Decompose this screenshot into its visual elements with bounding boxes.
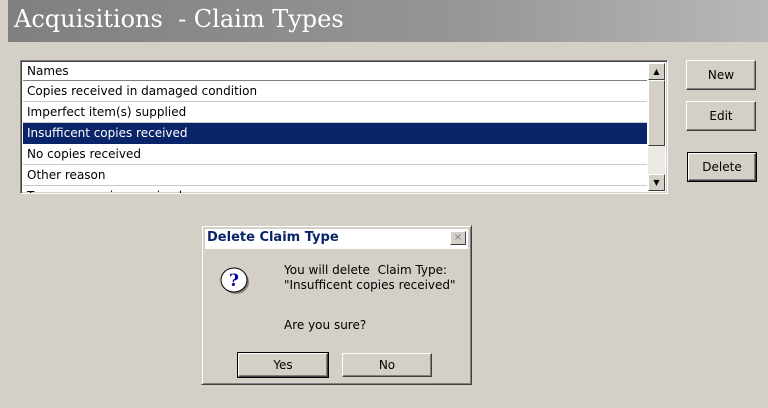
delete-confirm-dialog: Delete Claim Type × ? You will delete Cl… [201, 225, 472, 385]
new-button-label: New [707, 68, 735, 82]
scrollbar-thumb[interactable] [648, 80, 665, 146]
list-item[interactable]: Copies received in damaged condition [23, 81, 647, 102]
close-icon[interactable]: × [450, 231, 466, 245]
page-title: Acquisitions - Claim Types [14, 5, 344, 33]
arrow-up-icon[interactable]: ▲ [648, 63, 665, 80]
edit-button[interactable]: Edit [686, 101, 756, 131]
delete-button-label: Delete [702, 160, 742, 174]
dialog-message: You will delete Claim Type: "Insufficent… [284, 263, 456, 293]
no-button[interactable]: No [342, 353, 432, 377]
dialog-message-line1: You will delete Claim Type: [284, 263, 448, 277]
list-item[interactable]: Other reason [23, 165, 647, 186]
window-left-border [0, 0, 8, 408]
list-rows: Copies received in damaged condition Imp… [23, 81, 647, 193]
question-icon: ? [220, 267, 249, 294]
list-item-selected[interactable]: Insufficent copies received [23, 123, 647, 144]
svg-text:?: ? [229, 271, 239, 291]
yes-button[interactable]: Yes [237, 352, 329, 378]
dialog-message-line2: "Insufficent copies received" [284, 278, 456, 292]
list-scrollbar[interactable]: ▲ ▼ [648, 63, 665, 191]
list-item[interactable]: Too many copies received [23, 186, 647, 193]
column-header-names[interactable]: Names [23, 63, 647, 81]
delete-button[interactable]: Delete [687, 152, 757, 182]
dialog-question: Are you sure? [284, 318, 367, 332]
list-item[interactable]: No copies received [23, 144, 647, 165]
claim-types-list[interactable]: Names Copies received in damaged conditi… [20, 60, 668, 194]
list-item[interactable]: Imperfect item(s) supplied [23, 102, 647, 123]
dialog-titlebar[interactable]: Delete Claim Type × [205, 229, 468, 249]
edit-button-label: Edit [709, 109, 733, 123]
dialog-title: Delete Claim Type [207, 230, 339, 245]
new-button[interactable]: New [686, 60, 756, 90]
page-title-bar: Acquisitions - Claim Types [8, 0, 768, 42]
arrow-down-icon[interactable]: ▼ [648, 174, 665, 191]
